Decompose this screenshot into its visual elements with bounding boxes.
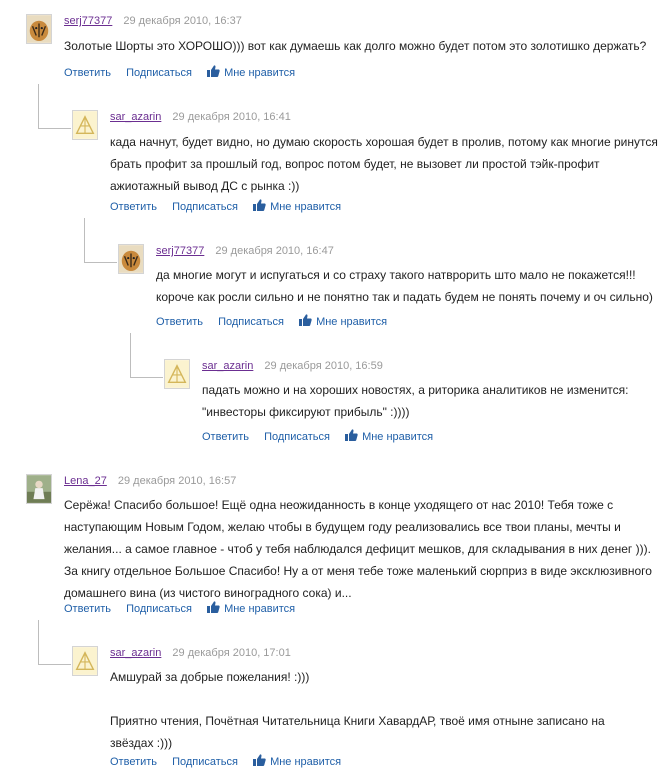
comment-actions: Ответить Подписаться Мне нравится [110, 199, 353, 213]
comment-date: 29 декабря 2010, 16:57 [117, 475, 237, 487]
subscribe-link[interactable]: Подписаться [264, 431, 330, 443]
comment-line: Амшурай за добрые пожелания! :))) [110, 670, 310, 684]
comment-blank-line [110, 688, 605, 710]
comment-text: падать можно и на хороших новостях, а ри… [202, 379, 628, 423]
like-button[interactable]: Мне нравится [207, 601, 295, 615]
comment-line: "инвесторы фиксируют прибыль" :)))) [202, 405, 410, 419]
comment-date: 29 декабря 2010, 16:41 [172, 111, 291, 123]
avatar[interactable] [72, 110, 98, 140]
comment-line: короче как росли сильно и не понятно так… [156, 290, 653, 304]
thread-connector [38, 620, 71, 665]
comment-line: наступающим Новым Годом, желаю чтобы в б… [64, 520, 621, 534]
like-button[interactable]: Мне нравится [299, 314, 387, 328]
like-button[interactable]: Мне нравится [345, 429, 433, 443]
comment-text: да многие могут и испугаться и со страху… [156, 264, 653, 308]
comment-text: Амшурай за добрые пожелания! :))) Приятн… [110, 666, 605, 754]
comment-text: када начнут, будет видно, но думаю скоро… [110, 131, 658, 197]
comment-actions: Ответить Подписаться Мне нравится [110, 754, 353, 768]
reply-link[interactable]: Ответить [110, 201, 157, 213]
thread-connector [84, 218, 117, 263]
thumbs-up-icon [253, 754, 266, 766]
comment-line: када начнут, будет видно, но думаю скоро… [110, 135, 658, 149]
comment-date: 29 декабря 2010, 17:01 [172, 647, 291, 659]
reply-link[interactable]: Ответить [202, 431, 249, 443]
like-button[interactable]: Мне нравится [253, 754, 341, 768]
avatar[interactable] [164, 359, 190, 389]
comment-author[interactable]: Lena_27 [64, 475, 107, 487]
avatar[interactable] [118, 244, 144, 274]
comment-actions: Ответить Подписаться Мне нравится [64, 65, 307, 79]
like-button[interactable]: Мне нравится [207, 65, 295, 79]
reply-link[interactable]: Ответить [64, 67, 111, 79]
comment-author[interactable]: sar_azarin [202, 360, 253, 372]
comment-line: ажиотажный вывод ДС с рынка :)) [110, 179, 300, 193]
comment-line: За книгу отдельное Большое Спасибо! Ну а… [64, 564, 652, 578]
comment-date: 29 декабря 2010, 16:37 [123, 15, 242, 27]
like-label: Мне нравится [224, 603, 296, 615]
subscribe-link[interactable]: Подписаться [172, 201, 238, 213]
reply-link[interactable]: Ответить [64, 603, 111, 615]
thread-connector [38, 84, 71, 129]
comment-line: желания... а самое главное - чтоб у тебя… [64, 542, 651, 556]
comment-author[interactable]: serj77377 [64, 15, 112, 27]
subscribe-link[interactable]: Подписаться [218, 316, 284, 328]
comment-text: Серёжа! Спасибо большое! Ещё одна неожид… [64, 494, 652, 604]
like-label: Мне нравится [270, 756, 342, 768]
comment-line: падать можно и на хороших новостях, а ри… [202, 383, 629, 397]
comment-line: звёздах :))) [110, 736, 173, 750]
comment-author[interactable]: sar_azarin [110, 111, 161, 123]
like-label: Мне нравится [270, 201, 342, 213]
thumbs-up-icon [207, 601, 220, 613]
thumbs-up-icon [345, 429, 358, 441]
reply-link[interactable]: Ответить [110, 756, 157, 768]
subscribe-link[interactable]: Подписаться [172, 756, 238, 768]
like-label: Мне нравится [362, 431, 434, 443]
comment-actions: Ответить Подписаться Мне нравится [64, 601, 307, 615]
comment-line: брать профит за прошлый год, вопрос пото… [110, 157, 600, 171]
comment-line: Золотые Шорты это ХОРОШО))) вот как дума… [64, 39, 647, 53]
comment-actions: Ответить Подписаться Мне нравится [202, 429, 445, 443]
subscribe-link[interactable]: Подписаться [126, 603, 192, 615]
avatar[interactable] [72, 646, 98, 676]
avatar[interactable] [26, 14, 52, 44]
like-button[interactable]: Мне нравится [253, 199, 341, 213]
reply-link[interactable]: Ответить [156, 316, 203, 328]
thumbs-up-icon [299, 314, 312, 326]
avatar[interactable] [26, 474, 52, 504]
comment-line: Серёжа! Спасибо большое! Ещё одна неожид… [64, 498, 614, 512]
thumbs-up-icon [207, 65, 220, 77]
comment-line: Приятно чтения, Почётная Читательница Кн… [110, 714, 605, 728]
comment-author[interactable]: sar_azarin [110, 647, 161, 659]
comment-line: да многие могут и испугаться и со страху… [156, 268, 636, 282]
comment-text: Золотые Шорты это ХОРОШО))) вот как дума… [64, 35, 646, 57]
comment-author[interactable]: serj77377 [156, 245, 204, 257]
comment-date: 29 декабря 2010, 16:59 [264, 360, 383, 372]
subscribe-link[interactable]: Подписаться [126, 67, 192, 79]
comment-actions: Ответить Подписаться Мне нравится [156, 314, 399, 328]
thumbs-up-icon [253, 199, 266, 211]
thread-connector [130, 333, 163, 378]
comment-date: 29 декабря 2010, 16:47 [215, 245, 334, 257]
like-label: Мне нравится [316, 316, 388, 328]
like-label: Мне нравится [224, 67, 296, 79]
